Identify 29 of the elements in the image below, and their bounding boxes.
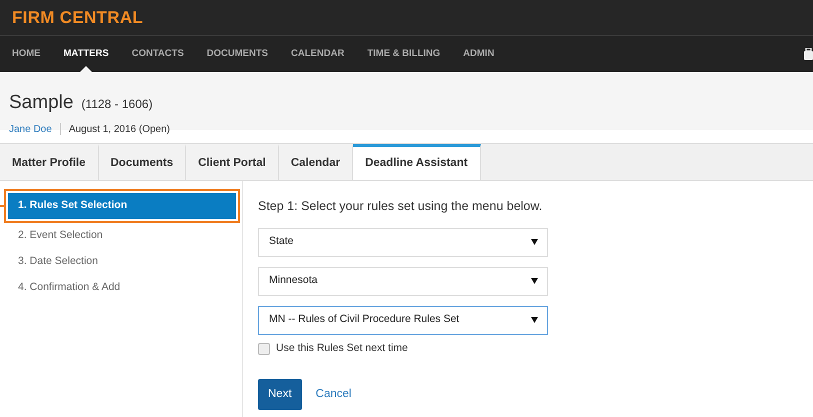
caret-icon bbox=[531, 278, 538, 284]
app-logo: FIRM CENTRAL bbox=[12, 6, 144, 29]
tab[interactable]: Deadline Assistant bbox=[353, 144, 481, 180]
step-item[interactable]: 4. Confirmation & Add bbox=[8, 275, 236, 301]
cancel-link[interactable]: Cancel bbox=[310, 384, 358, 404]
caret-icon bbox=[531, 317, 538, 324]
nav-link[interactable]: TIME & BILLING bbox=[367, 36, 440, 72]
matter-number: (1128 - 1606) bbox=[81, 97, 153, 111]
nav-link[interactable]: ADMIN bbox=[463, 36, 494, 72]
checkbox-label: Use this Rules Set next time bbox=[276, 340, 408, 356]
dropdown[interactable]: State bbox=[258, 228, 548, 257]
nav-link[interactable]: DOCUMENTS bbox=[206, 36, 268, 72]
client-link[interactable]: Jane Doe bbox=[9, 122, 52, 136]
nav-link[interactable]: MATTERS bbox=[64, 36, 109, 72]
step-heading: Step 1: Select your rules set using the menu below. bbox=[258, 198, 544, 215]
step-item[interactable]: 3. Date Selection bbox=[8, 249, 236, 275]
next-button[interactable]: Next bbox=[258, 378, 302, 410]
dropdown[interactable]: MN -- Rules of Civil Procedure Rules Set bbox=[258, 306, 548, 335]
step-item[interactable]: 2. Event Selection bbox=[8, 223, 236, 249]
caret-icon bbox=[531, 239, 538, 246]
nav-link[interactable]: CONTACTS bbox=[132, 36, 184, 72]
dropdown[interactable]: Minnesota bbox=[258, 266, 548, 296]
step-item[interactable]: 1. Rules Set Selection bbox=[8, 193, 236, 219]
nav-link[interactable]: CALENDAR bbox=[291, 36, 344, 72]
briefcase-icon[interactable] bbox=[804, 48, 813, 60]
matter-title: Sample bbox=[9, 92, 74, 113]
nav-link[interactable]: HOME bbox=[12, 36, 40, 72]
checkbox[interactable] bbox=[258, 342, 270, 355]
matter-date: August 1, 2016 (Open) bbox=[68, 122, 170, 136]
